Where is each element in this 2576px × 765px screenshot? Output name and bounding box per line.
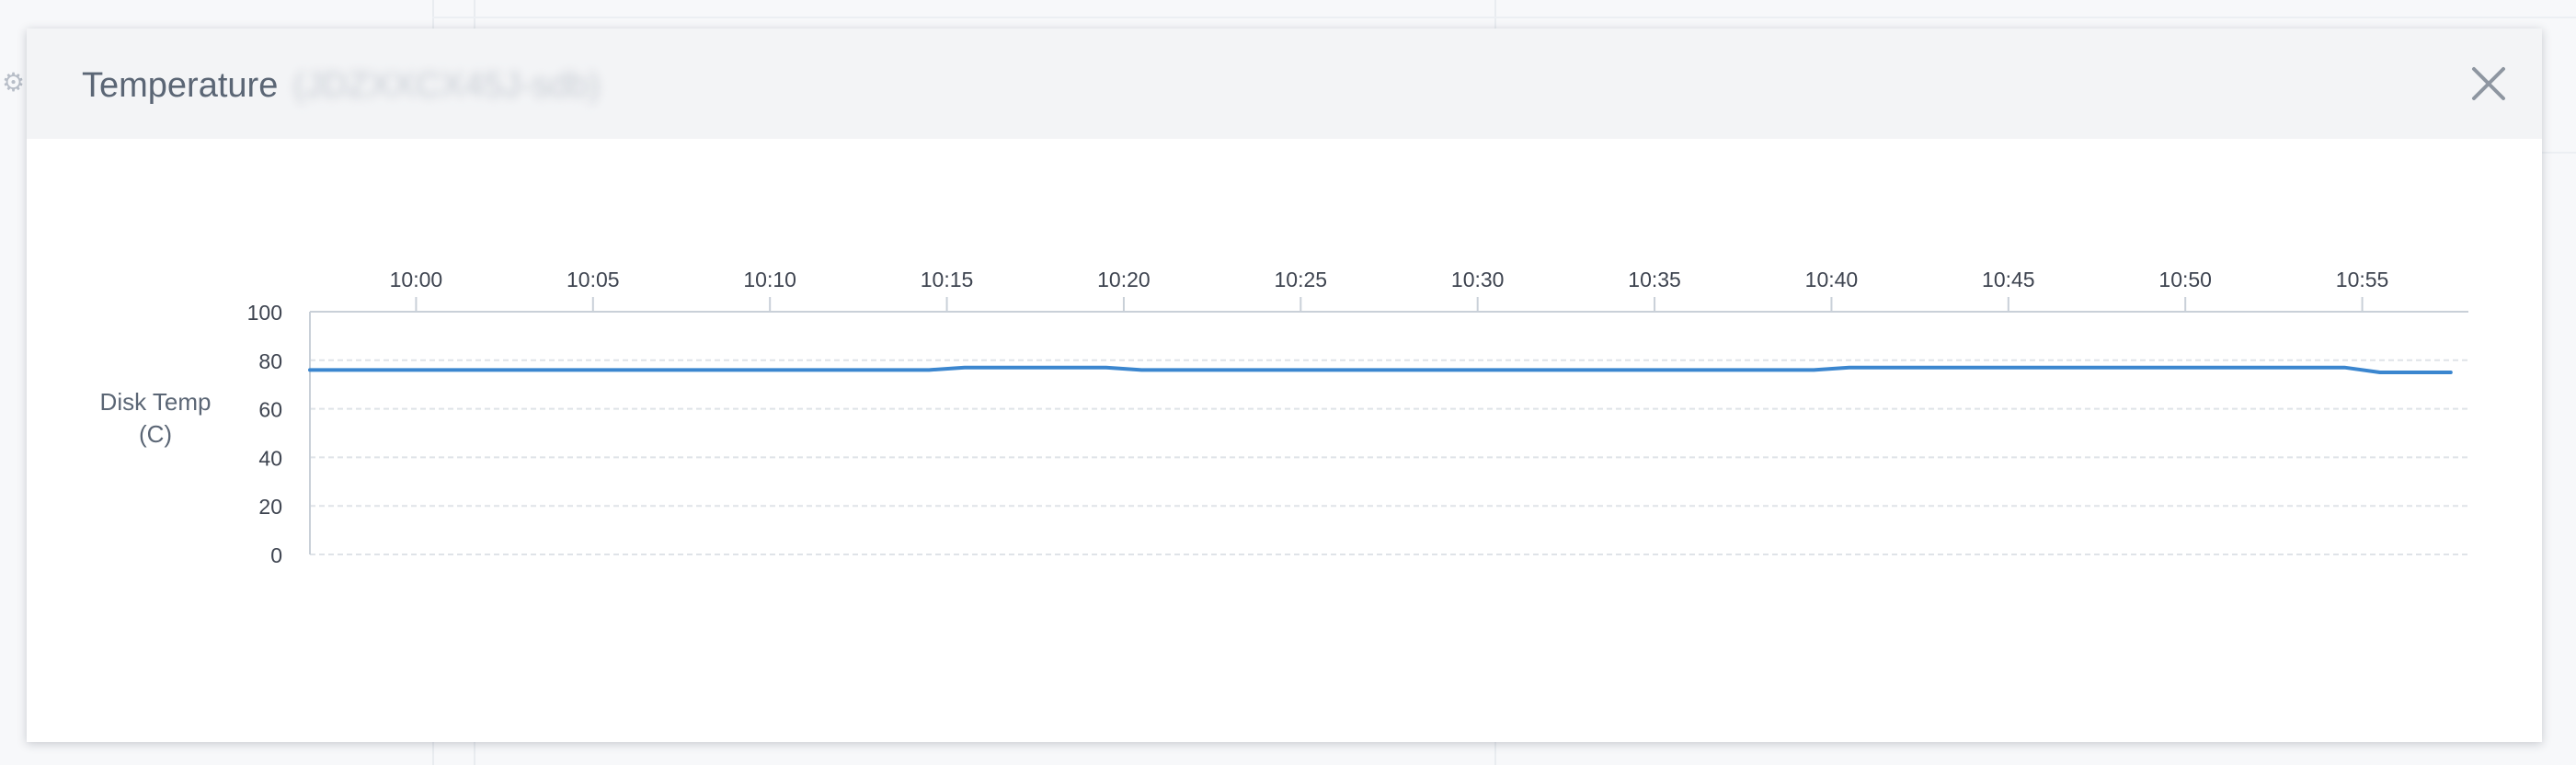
axis-layer: 0 20 40 60 80 100 10:00 10:05 10:10 10:15 10:20 10:… <box>247 268 2468 567</box>
series-layer <box>308 365 2453 374</box>
x-tick-label: 10:25 <box>1275 268 1328 291</box>
y-tick-label: 40 <box>258 446 282 470</box>
series-line-disk-temp <box>308 365 2453 374</box>
x-tick-label: 10:35 <box>1628 268 1681 291</box>
y-axis-label: Disk Temp <box>100 388 212 416</box>
x-tick-label: 10:20 <box>1097 268 1151 291</box>
background-divider <box>432 17 2576 18</box>
close-button[interactable] <box>2467 62 2511 106</box>
background-wrench-icon: ⚙ <box>2 68 26 97</box>
y-tick-label: 0 <box>270 543 282 567</box>
x-tick-label: 10:10 <box>743 268 796 291</box>
x-tick-label: 10:45 <box>1982 268 2035 291</box>
modal-title: Temperature (JDZXXCX45J-sdb) <box>82 63 601 108</box>
x-tick-label: 10:30 <box>1451 268 1505 291</box>
x-tick-label: 10:00 <box>390 268 443 291</box>
temperature-chart: 0 20 40 60 80 100 10:00 10:05 10:10 10:15 10:20 10:… <box>27 139 2542 742</box>
close-icon <box>2472 67 2505 100</box>
modal-header: Temperature (JDZXXCX45J-sdb) <box>27 29 2542 139</box>
x-tick-label: 10:55 <box>2336 268 2389 291</box>
y-tick-label: 60 <box>258 398 282 422</box>
grid-layer <box>310 359 2468 555</box>
x-tick-label: 10:15 <box>921 268 974 291</box>
x-tick-label: 10:50 <box>2158 268 2212 291</box>
device-name: (JDZXXCX45J-sdb) <box>292 66 601 105</box>
temperature-modal: Temperature (JDZXXCX45J-sdb) 0 20 40 60 80 10… <box>27 29 2542 742</box>
x-tick-label: 10:05 <box>567 268 620 291</box>
chart-svg: 0 20 40 60 80 100 10:00 10:05 10:10 10:15 10:20 10:… <box>100 268 2468 567</box>
x-tick-label: 10:40 <box>1805 268 1859 291</box>
modal-title-text: Temperature <box>82 66 279 105</box>
y-tick-label: 20 <box>258 495 282 519</box>
y-axis-label-unit: (C) <box>139 420 172 448</box>
y-tick-label: 80 <box>258 349 282 373</box>
y-tick-label: 100 <box>247 301 282 325</box>
